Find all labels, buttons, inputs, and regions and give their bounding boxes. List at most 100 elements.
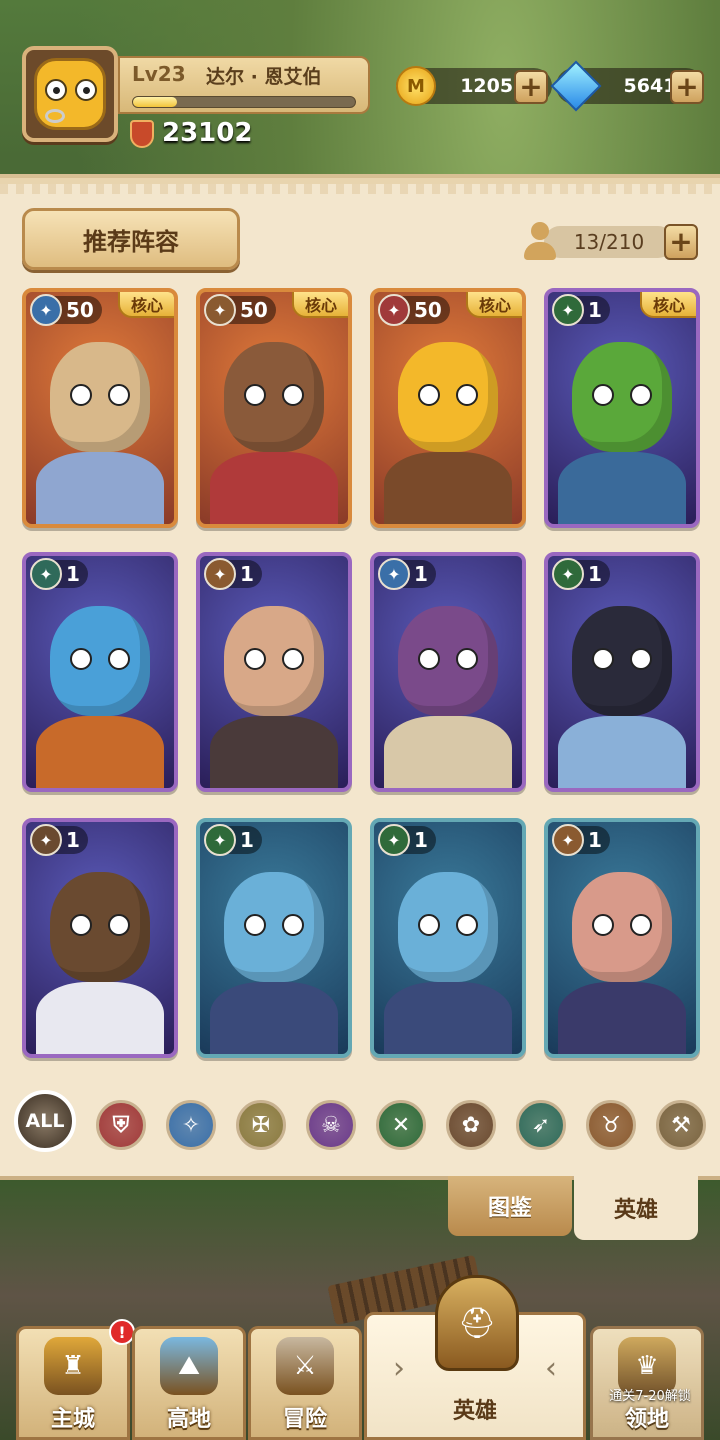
bow-filter-icon[interactable]: ➶ [516, 1100, 566, 1150]
add-gems-button[interactable]: + [670, 70, 704, 104]
hero-portrait [374, 292, 522, 524]
hero-level-value: 1 [66, 562, 80, 586]
hero-level-value: 50 [66, 298, 94, 322]
chevron-right-icon: › [393, 1351, 405, 1386]
hero-card[interactable]: 1 ✦ [22, 552, 178, 792]
staff-class-icon: ✦ [378, 558, 410, 590]
paw-filter-icon[interactable]: ✿ [446, 1100, 496, 1150]
class-filter-row: ALL ⛨ ✧ ✠ ☠ ✕ ✿ ➶ ♉ ⚒ [14, 1090, 706, 1152]
nav-territory[interactable]: ♛ 领地 通关7-20解锁 [590, 1326, 704, 1440]
chevron-left-icon: ‹ [545, 1351, 557, 1386]
beast-filter-icon[interactable]: ♉ [586, 1100, 636, 1150]
hero-level-value: 1 [414, 562, 428, 586]
player-name: 达尔 · 恩艾伯 [206, 66, 322, 88]
hero-portrait [548, 556, 696, 788]
nav-label: 冒险 [282, 1407, 327, 1432]
hero-card[interactable]: 50 ✦ 核心 [196, 288, 352, 528]
nav-label: 主城 [50, 1407, 95, 1432]
hero-panel: 推荐阵容 13/210 + 50 ✦ 核心 50 ✦ 核心 50 ✦ 核心 1 … [0, 174, 720, 1180]
hero-card[interactable]: 1 ✦ [544, 552, 700, 792]
unlock-requirement: 通关7-20解锁 [609, 1389, 691, 1404]
bow-class-icon: ✦ [30, 558, 62, 590]
highland-icon: ⛰ [160, 1337, 218, 1395]
power-shield-icon [130, 120, 154, 148]
hero-level-value: 1 [240, 562, 254, 586]
hero-level-value: 1 [66, 828, 80, 852]
shield-filter-icon[interactable]: ⛨ [96, 1100, 146, 1150]
hero-card[interactable]: 50 ✦ 核心 [22, 288, 178, 528]
hero-card[interactable]: 1 ✦ [370, 552, 526, 792]
hammer-filter-icon[interactable]: ⚒ [656, 1100, 706, 1150]
core-badge: 核心 [118, 292, 174, 318]
hero-level-value: 1 [588, 298, 602, 322]
nav-label: 领地 [624, 1407, 669, 1432]
hero-portrait [200, 292, 348, 524]
daggers-filter-icon[interactable]: ✕ [376, 1100, 426, 1150]
avatar-nose-ring [45, 109, 65, 123]
hero-count: 13/210 [544, 226, 674, 258]
hero-helmet-icon: ⛑ [435, 1275, 519, 1371]
nav-castle[interactable]: ♜ 主城! [16, 1319, 135, 1440]
hero-level-value: 1 [588, 562, 602, 586]
hero-portrait [548, 822, 696, 1054]
hero-card[interactable]: 1 ✦ [544, 818, 700, 1058]
hero-portrait [200, 556, 348, 788]
hero-level-value: 1 [414, 828, 428, 852]
holy-crest-filter-icon[interactable]: ✠ [236, 1100, 286, 1150]
xp-bar-fill [133, 97, 178, 107]
daggers-class-icon: ✦ [204, 824, 236, 856]
add-gold-button[interactable]: + [514, 70, 548, 104]
hero-portrait [374, 556, 522, 788]
hero-card[interactable]: 1 ✦ [22, 818, 178, 1058]
person-icon [522, 222, 558, 262]
nav-label: 高地 [166, 1407, 211, 1432]
diamond-icon [550, 60, 602, 112]
hero-card[interactable]: 1 ✦ [196, 552, 352, 792]
tab-codex[interactable]: 图鉴 [448, 1176, 572, 1236]
daggers-class-icon: ✦ [552, 294, 584, 326]
player-info-bar: Lv23 达尔 · 恩艾伯 [118, 56, 370, 114]
skull-filter-icon[interactable]: ☠ [306, 1100, 356, 1150]
beast-class-icon: ✦ [204, 558, 236, 590]
hero-portrait [26, 292, 174, 524]
hero-portrait [200, 822, 348, 1054]
castle-icon: ♜ [44, 1337, 102, 1395]
crossed-swords-icon: ⚔ [276, 1337, 334, 1395]
staff-filter-icon[interactable]: ✧ [166, 1100, 216, 1150]
hero-level-value: 1 [588, 828, 602, 852]
player-power: 23102 [162, 118, 253, 148]
hero-card[interactable]: 1 ✦ [370, 818, 526, 1058]
xp-bar [132, 96, 356, 108]
nav-hero-helmet[interactable]: › ‹ ⛑ 英雄 [364, 1275, 586, 1440]
hero-level-value: 1 [240, 828, 254, 852]
hero-portrait [26, 556, 174, 788]
hero-level-value: 50 [240, 298, 268, 322]
hero-capacity: 13/210 + [522, 222, 698, 262]
daggers-class-icon: ✦ [552, 558, 584, 590]
tab-heroes[interactable]: 英雄 [574, 1176, 698, 1240]
player-level: Lv23 [132, 62, 186, 86]
expand-capacity-button[interactable]: + [664, 224, 698, 260]
all-filter-icon[interactable]: ALL [14, 1090, 76, 1152]
beast-class-icon: ✦ [204, 294, 236, 326]
gold-coin-icon: M [396, 66, 436, 106]
core-badge: 核心 [292, 292, 348, 318]
avatar-eye [75, 79, 97, 101]
nav-label: 英雄 [452, 1399, 497, 1424]
nav-crossed-swords[interactable]: ⚔ 冒险 [248, 1326, 362, 1440]
daggers-class-icon: ✦ [378, 824, 410, 856]
staff-class-icon: ✦ [30, 294, 62, 326]
avatar-eye [45, 79, 67, 101]
hero-level-value: 50 [414, 298, 442, 322]
hero-card[interactable]: 1 ✦ [196, 818, 352, 1058]
paw-class-icon: ✦ [30, 824, 62, 856]
player-avatar[interactable] [22, 46, 118, 142]
hero-card[interactable]: 1 ✦ 核心 [544, 288, 700, 528]
beast-class-icon: ✦ [552, 824, 584, 856]
recommend-lineup-button[interactable]: 推荐阵容 [22, 208, 240, 270]
core-badge: 核心 [466, 292, 522, 318]
nav-highland[interactable]: ⛰ 高地 [132, 1326, 246, 1440]
hero-portrait [548, 292, 696, 524]
shield-class-icon: ✦ [378, 294, 410, 326]
hero-card[interactable]: 50 ✦ 核心 [370, 288, 526, 528]
